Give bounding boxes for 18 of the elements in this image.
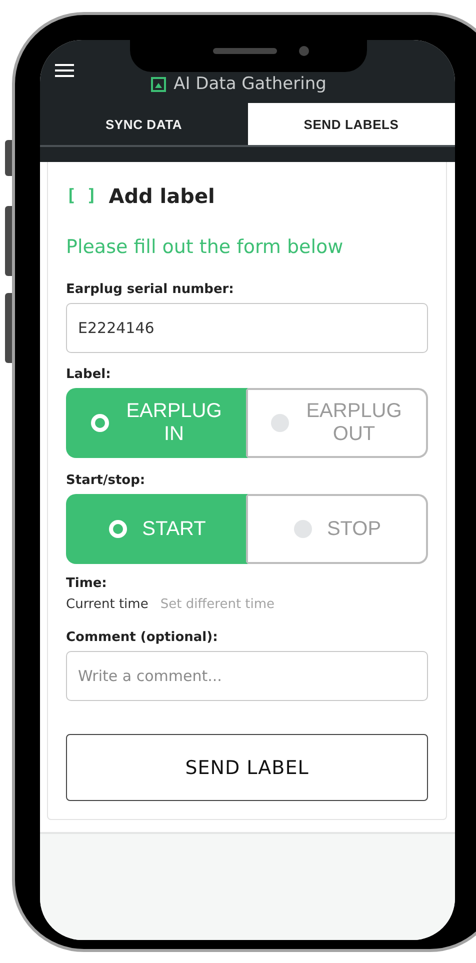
serial-number-field[interactable]: E2224146 bbox=[66, 303, 428, 353]
form-subtitle: Please fill out the form below bbox=[66, 236, 344, 258]
field-label: Label: bbox=[66, 367, 112, 382]
field-label: Time: bbox=[66, 576, 108, 591]
field-label: Comment (optional): bbox=[66, 630, 219, 645]
speaker-grille bbox=[213, 48, 277, 54]
time-option[interactable]: Current time bbox=[66, 597, 148, 612]
tab[interactable]: SEND LABELS bbox=[248, 103, 455, 145]
app-title: AI Data Gathering bbox=[174, 74, 326, 94]
field-label: Start/stop: bbox=[66, 473, 146, 488]
menu-icon[interactable] bbox=[55, 64, 74, 77]
camera-dot bbox=[299, 46, 309, 56]
comment-field[interactable]: Write a comment... bbox=[66, 651, 428, 701]
send-label-button[interactable]: SEND LABEL bbox=[66, 734, 428, 801]
heading-mark: [ ] bbox=[66, 186, 97, 206]
logo-icon bbox=[150, 76, 166, 92]
field-label: Earplug serial number: bbox=[66, 282, 235, 297]
form-heading: Add label bbox=[108, 184, 215, 208]
